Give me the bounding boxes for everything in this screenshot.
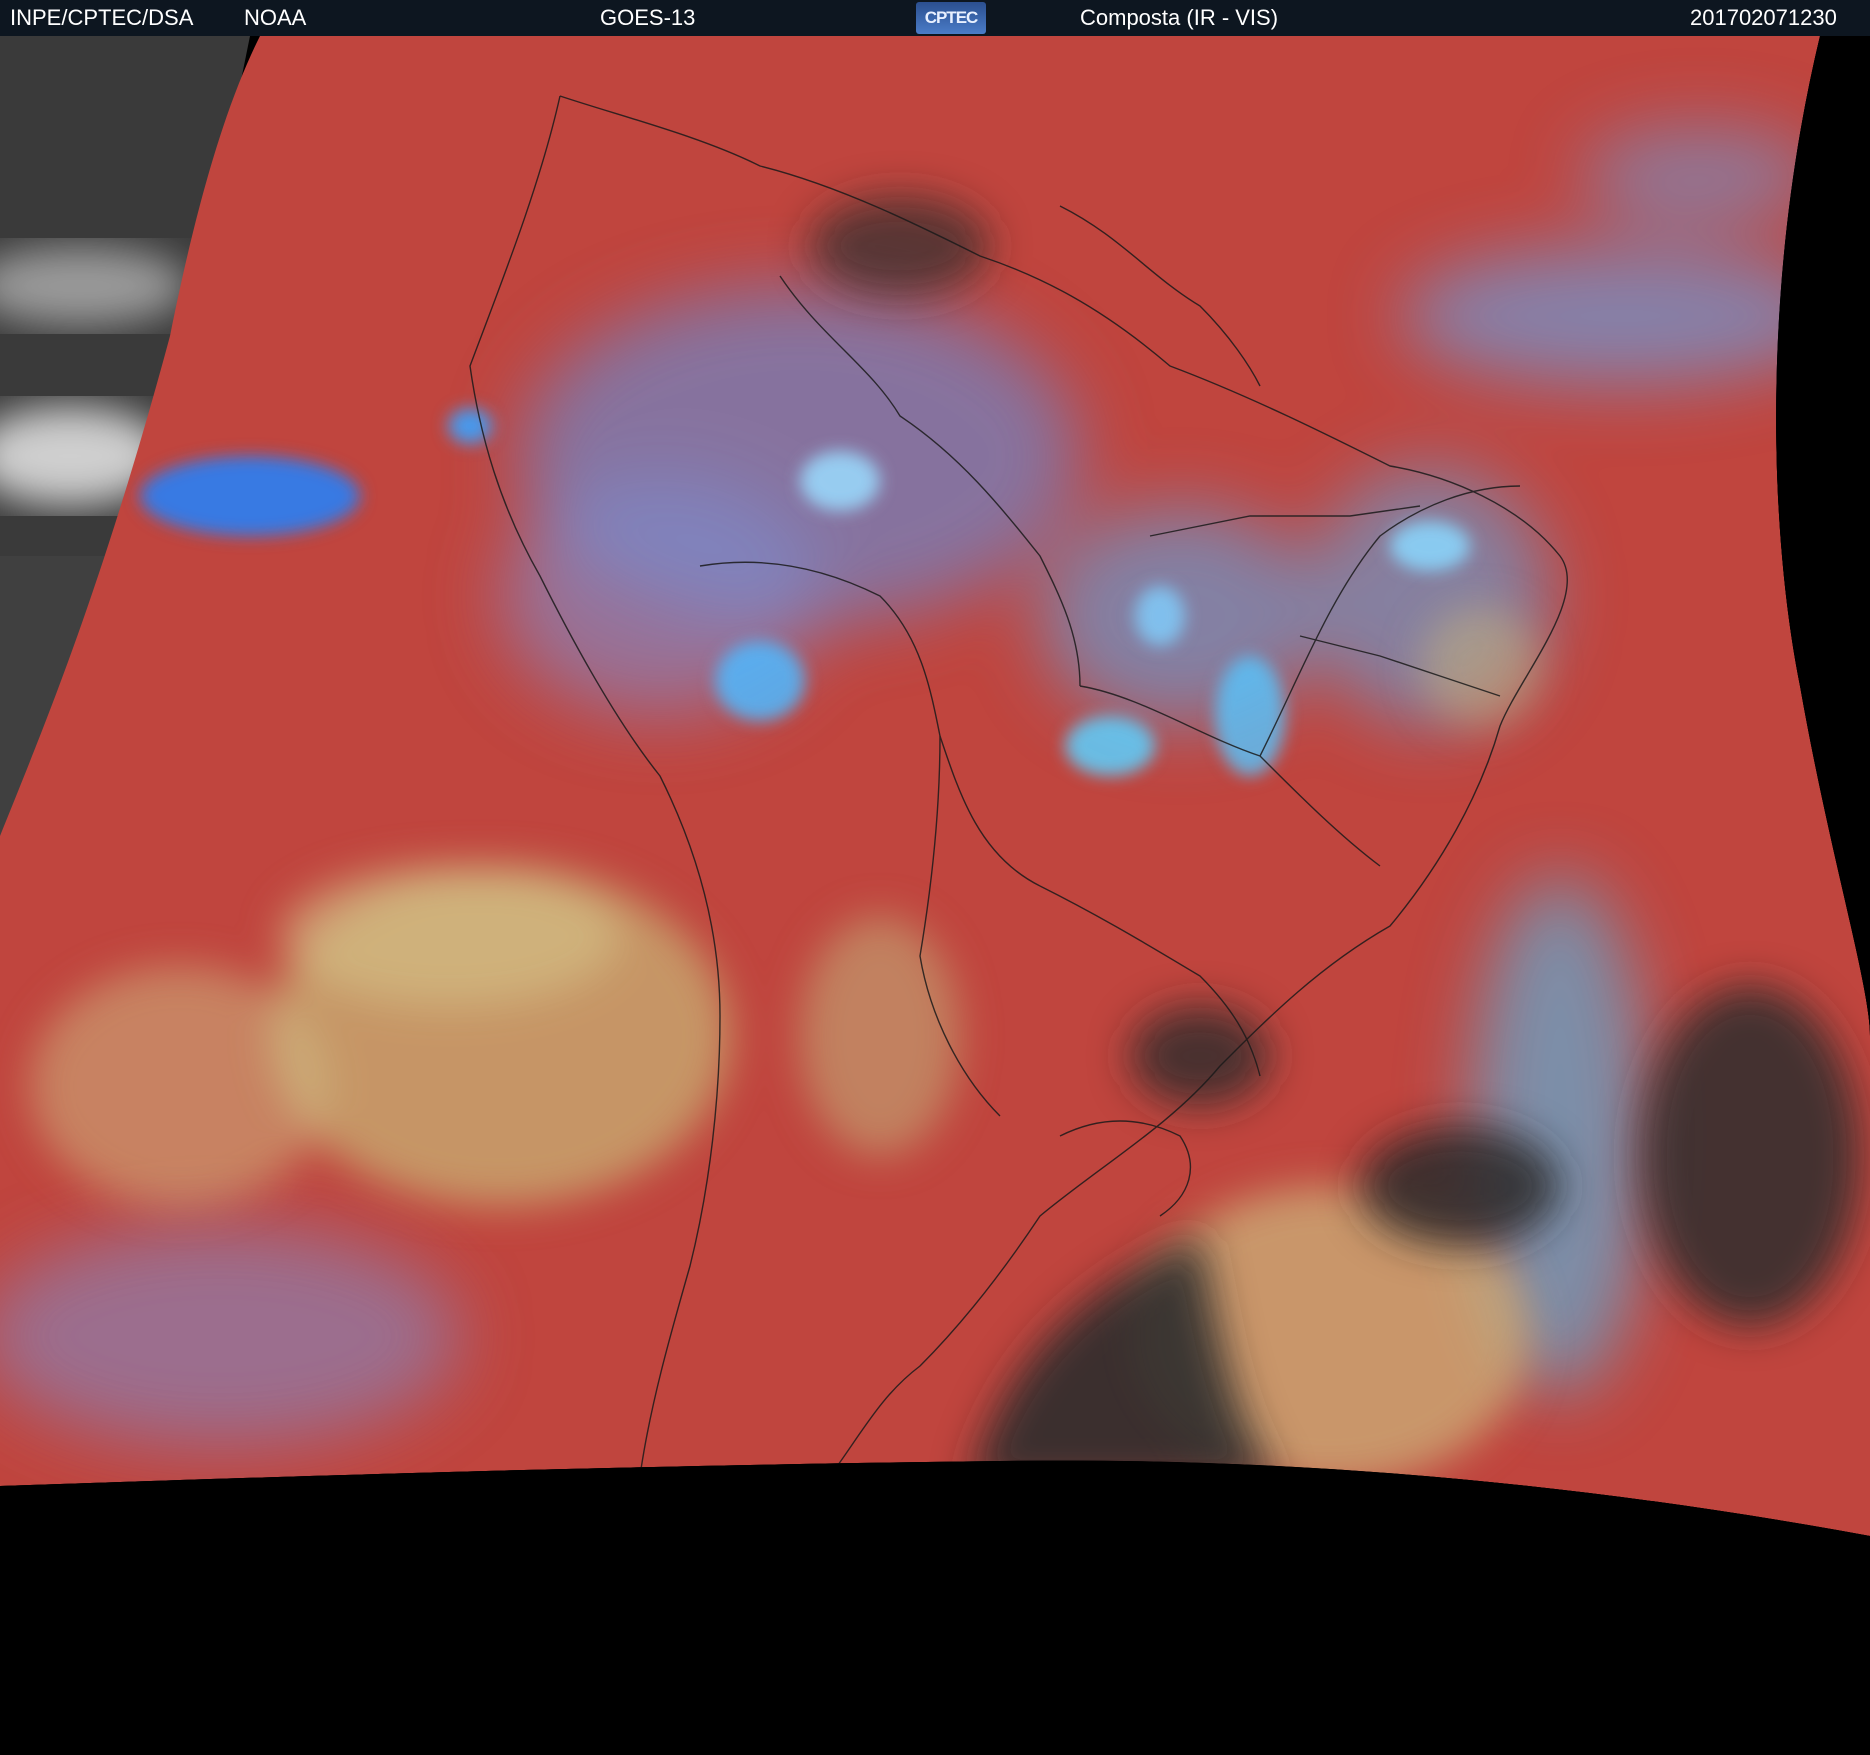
product-label: Composta (IR - VIS) <box>1080 5 1279 30</box>
composite-disk <box>0 36 1870 1536</box>
satellite-composite <box>0 36 1870 1750</box>
agency-label: INPE/CPTEC/DSA <box>10 5 194 30</box>
satellite-label: GOES-13 <box>600 5 696 30</box>
space-background <box>0 1460 1870 1750</box>
timestamp-label: 201702071230 <box>1690 5 1837 30</box>
satellite-image <box>0 36 1870 1750</box>
image-header: INPE/CPTEC/DSA NOAA GOES-13 CPTEC Compos… <box>0 0 1870 36</box>
cptec-logo-icon: CPTEC <box>916 2 986 34</box>
source-label: NOAA <box>244 5 307 30</box>
